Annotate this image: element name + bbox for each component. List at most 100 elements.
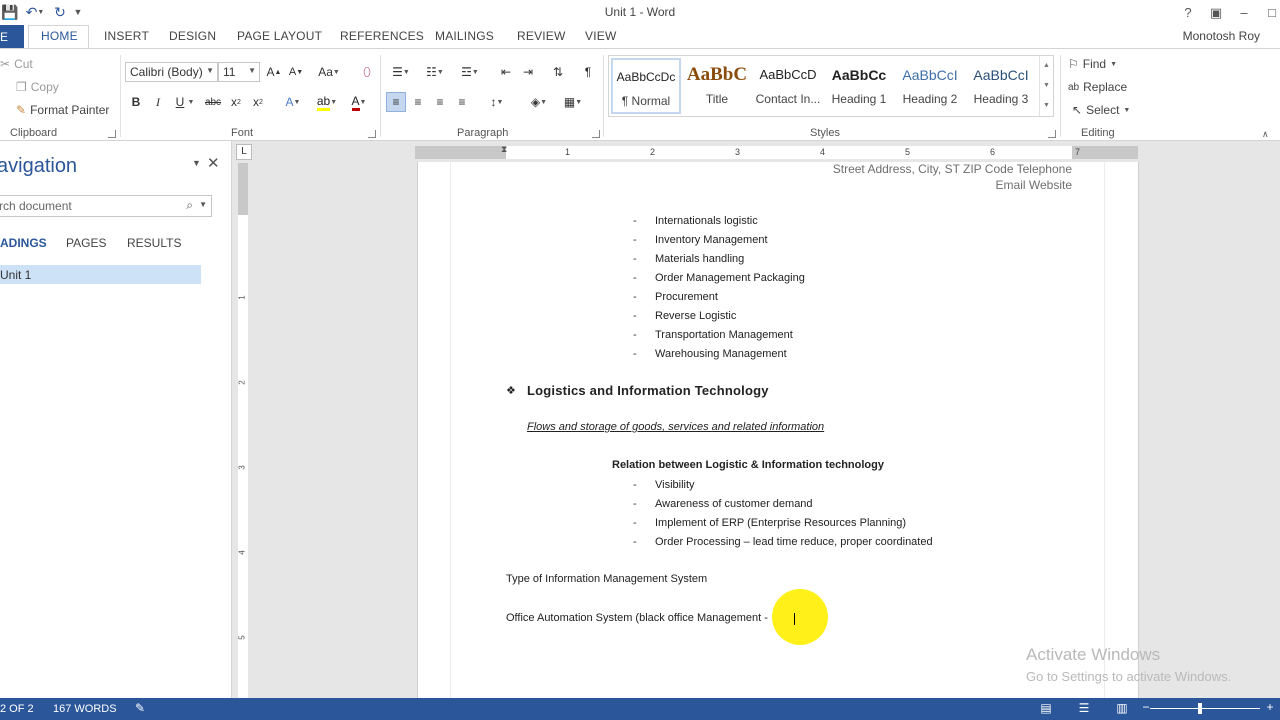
format-painter-button[interactable]: ✎ Format Painter	[16, 103, 109, 117]
font-name-combo[interactable]: Calibri (Body) ▼	[125, 62, 218, 82]
style-title[interactable]: AaBbC Title	[682, 58, 752, 114]
superscript-icon[interactable]: x2	[248, 92, 268, 112]
clear-formatting-icon[interactable]: ⬯	[357, 62, 377, 82]
style-preview: AaBbC	[686, 64, 748, 85]
web-layout-icon[interactable]: ▥	[1114, 701, 1130, 717]
chevron-down-icon[interactable]: ▼	[186, 92, 196, 112]
select-button[interactable]: ↖ Select ▼	[1072, 103, 1130, 117]
zoom-in-icon[interactable]: +	[1262, 700, 1278, 716]
ruler-number: 4	[237, 550, 247, 555]
customize-icon[interactable]: ▼	[72, 2, 84, 22]
pane-options-icon[interactable]: ▼	[192, 158, 201, 168]
sort-icon[interactable]: ⇅	[548, 62, 568, 82]
styles-gallery-scroll[interactable]: ▲ ▼ ▼	[1039, 56, 1053, 116]
user-name[interactable]: Monotosh Roy	[1183, 29, 1260, 43]
style-heading-1[interactable]: AaBbCc Heading 1	[824, 58, 894, 114]
more-styles-icon[interactable]: ▼	[1040, 96, 1053, 116]
multilevel-list-icon[interactable]: ☲ ▼	[454, 62, 486, 82]
document-page[interactable]: Street Address, City, ST ZIP Code Teleph…	[417, 162, 1139, 698]
maximize-button[interactable]: □	[1258, 0, 1280, 25]
paragraph-launcher-icon[interactable]	[592, 130, 600, 138]
ribbon-display-icon[interactable]: ▣	[1202, 0, 1230, 25]
zoom-slider-thumb[interactable]	[1198, 703, 1202, 714]
word-count[interactable]: 167 WORDS	[53, 703, 117, 715]
print-layout-icon[interactable]: ☰	[1076, 701, 1092, 717]
tab-design[interactable]: DESIGN	[169, 29, 216, 43]
help-icon[interactable]: ?	[1174, 0, 1202, 25]
undo-icon[interactable]: ↶ ▼	[22, 2, 48, 22]
page-count[interactable]: 2 OF 2	[0, 703, 34, 715]
strikethrough-icon[interactable]: abc	[203, 92, 223, 112]
subscript-icon[interactable]: x2	[226, 92, 246, 112]
vertical-ruler[interactable]: 1 2 3 4 5	[232, 141, 254, 698]
bold-icon[interactable]: B	[126, 92, 146, 112]
search-icon[interactable]: ⌕	[186, 198, 193, 213]
find-button[interactable]: ⚐ Find ▼	[1068, 57, 1117, 71]
justify-icon[interactable]: ≡	[452, 92, 472, 112]
ruler-number: 6	[990, 147, 996, 157]
zoom-slider[interactable]	[1150, 708, 1260, 709]
change-case-icon[interactable]: Aa ▼	[314, 62, 344, 82]
increase-indent-icon[interactable]: ⇥	[518, 62, 538, 82]
chevron-down-icon[interactable]: ▼	[199, 200, 207, 209]
show-marks-icon[interactable]: ¶	[578, 62, 598, 82]
search-document-input[interactable]: rch document ⌕ ▼	[0, 195, 212, 217]
italic-icon[interactable]: I	[148, 92, 168, 112]
tab-results[interactable]: RESULTS	[127, 236, 181, 250]
scroll-up-icon[interactable]: ▲	[1040, 56, 1053, 76]
scroll-down-icon[interactable]: ▼	[1040, 76, 1053, 96]
collapse-ribbon-icon[interactable]: ∧	[1262, 129, 1269, 140]
paragraph-text: Type of Information Management System	[506, 573, 708, 585]
shrink-font-icon[interactable]: A ▼	[286, 62, 306, 82]
style-contact-info[interactable]: AaBbCcD Contact In...	[753, 58, 823, 114]
bullets-icon[interactable]: ☰ ▼	[386, 62, 416, 82]
tab-view[interactable]: VIEW	[585, 29, 616, 43]
numbering-icon[interactable]: ☷ ▼	[420, 62, 450, 82]
styles-launcher-icon[interactable]	[1048, 130, 1056, 138]
clipboard-launcher-icon[interactable]	[108, 130, 116, 138]
tab-stop-selector[interactable]: L	[236, 144, 252, 160]
paintbrush-icon: ✎	[16, 103, 27, 117]
tab-pages[interactable]: PAGES	[66, 236, 106, 250]
highlight-icon[interactable]: ab ▼	[312, 92, 342, 112]
list-item: Visibility	[655, 479, 695, 491]
tab-insert[interactable]: INSERT	[104, 29, 149, 43]
save-icon[interactable]: 💾	[0, 2, 20, 22]
list-item: Materials handling	[655, 253, 745, 265]
read-mode-icon[interactable]: ▤	[1038, 701, 1054, 717]
replace-button[interactable]: ab Replace	[1068, 80, 1127, 94]
close-icon[interactable]: ✕	[207, 154, 220, 172]
horizontal-ruler[interactable]: 1 2 3 4 5 6 7 ⧗	[415, 144, 1138, 159]
tab-home[interactable]: HOME	[41, 29, 78, 43]
align-center-icon[interactable]: ≡	[408, 92, 428, 112]
align-left-icon[interactable]: ≡	[386, 92, 406, 112]
decrease-indent-icon[interactable]: ⇤	[496, 62, 516, 82]
font-size-combo[interactable]: 11 ▼	[218, 62, 260, 82]
tab-references[interactable]: REFERENCES	[340, 29, 424, 43]
font-launcher-icon[interactable]	[368, 130, 376, 138]
tab-page-layout[interactable]: PAGE LAYOUT	[237, 29, 322, 43]
tab-review[interactable]: REVIEW	[517, 29, 566, 43]
cut-button[interactable]: ✂ Cut	[0, 57, 33, 71]
borders-icon[interactable]: ▦ ▼	[558, 92, 588, 112]
minimize-button[interactable]: –	[1230, 0, 1258, 25]
tab-file[interactable]: E	[0, 25, 24, 49]
style-heading-3[interactable]: AaBbCcI Heading 3	[966, 58, 1036, 114]
align-right-icon[interactable]: ≡	[430, 92, 450, 112]
grow-font-icon[interactable]: A ▲	[264, 62, 284, 82]
font-color-icon[interactable]: A ▼	[344, 92, 374, 112]
mouse-cursor-highlight	[772, 589, 828, 645]
style-heading-2[interactable]: AaBbCcI Heading 2	[895, 58, 965, 114]
line-spacing-icon[interactable]: ↕ ▼	[482, 92, 512, 112]
text-effects-icon[interactable]: A ▼	[280, 92, 306, 112]
heading-item[interactable]: Unit 1	[0, 265, 201, 284]
tab-mailings[interactable]: MAILINGS	[435, 29, 494, 43]
indent-marker-icon[interactable]: ⧗	[501, 144, 507, 155]
redo-icon[interactable]: ↻	[50, 2, 70, 22]
tab-headings[interactable]: ADINGS	[0, 236, 47, 250]
style-normal[interactable]: AaBbCcDc ¶ Normal	[611, 58, 681, 114]
shading-icon[interactable]: ◈ ▼	[524, 92, 554, 112]
copy-button[interactable]: ❐ Copy	[16, 80, 59, 94]
proofing-icon[interactable]: ✎	[132, 701, 148, 717]
ribbon: ✂ Cut ❐ Copy ✎ Format Painter Clipboard Cal…	[0, 48, 1280, 141]
